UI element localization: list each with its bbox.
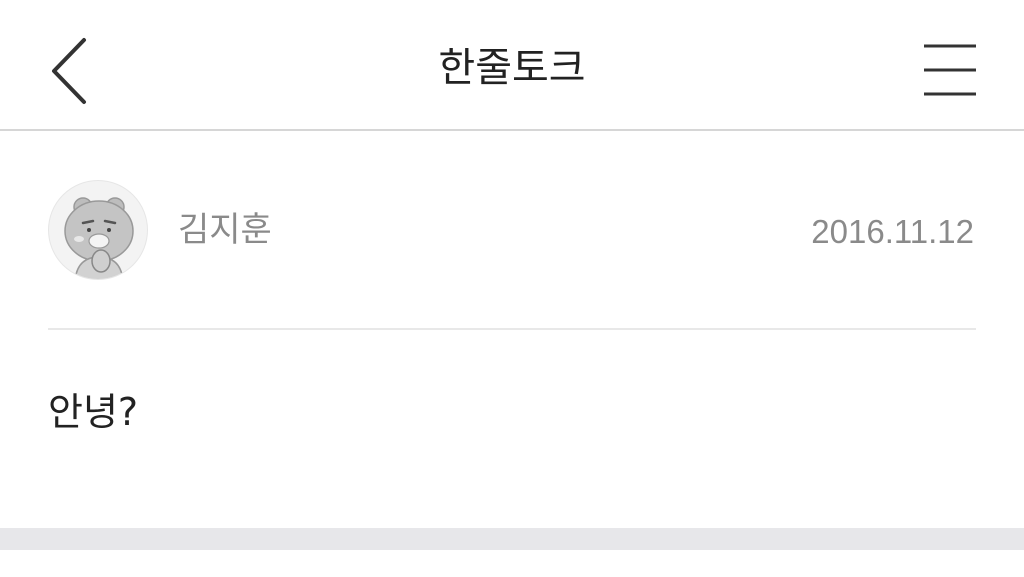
section-separator-bar — [0, 528, 1024, 550]
post-date: 2016.11.12 — [811, 213, 974, 250]
post-header: 김지훈 2016.11.12 — [48, 178, 976, 282]
bear-character-avatar-icon — [64, 197, 134, 279]
menu-button[interactable] — [918, 40, 982, 100]
avatar[interactable] — [48, 180, 148, 280]
divider — [48, 328, 976, 330]
page-title: 한줄토크 — [438, 45, 586, 91]
post-message: 안녕? — [48, 390, 139, 434]
author-name[interactable]: 김지훈 — [178, 208, 272, 252]
hamburger-menu-icon — [924, 44, 976, 96]
top-app-bar: 한줄토크 — [0, 0, 1024, 131]
